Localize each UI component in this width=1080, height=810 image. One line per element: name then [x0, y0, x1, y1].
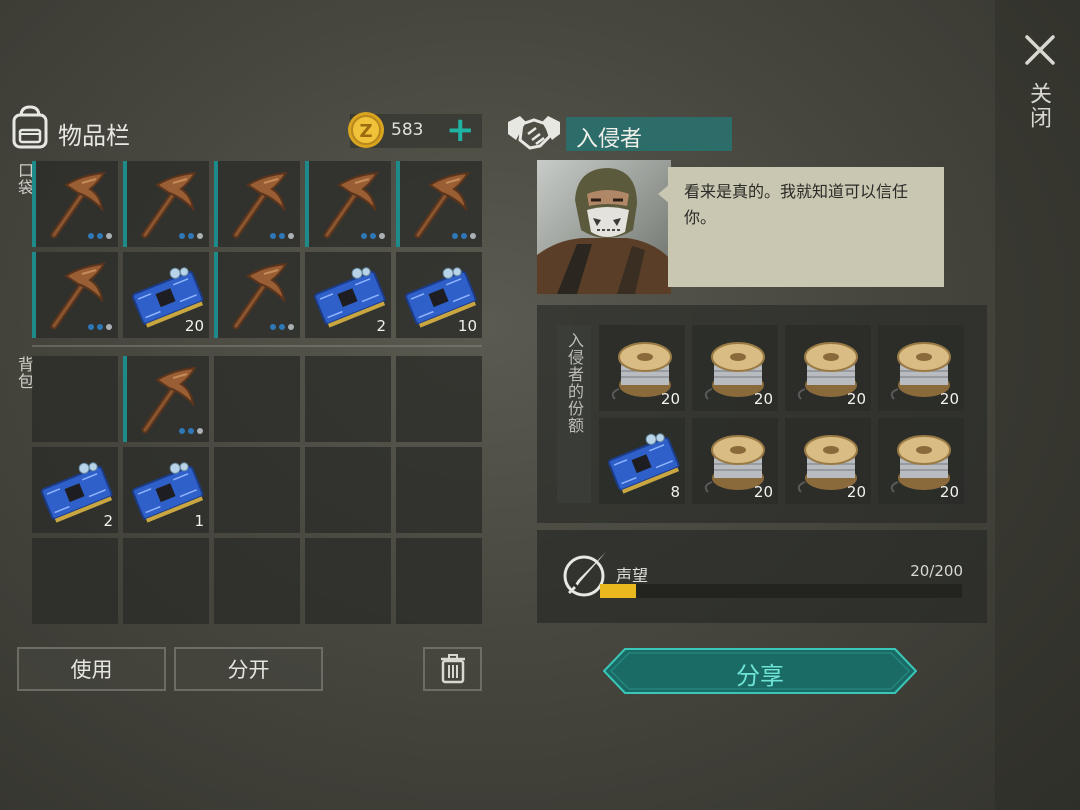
durability-dots	[179, 233, 203, 239]
offer-slot[interactable]: 20	[692, 418, 778, 504]
offer-slot[interactable]: 8	[599, 418, 685, 504]
durability-dots	[270, 324, 294, 330]
pocket-slot[interactable]: 10	[396, 252, 482, 338]
pocket-slot[interactable]	[214, 252, 300, 338]
backpack-slot[interactable]	[214, 356, 300, 442]
item-count: 20	[660, 390, 680, 408]
item-count: 1	[194, 512, 204, 530]
backpack-slot[interactable]	[32, 356, 118, 442]
offer-slot[interactable]: 20	[599, 325, 685, 411]
pocket-slot[interactable]	[123, 161, 209, 247]
coin-icon: Z	[346, 110, 386, 154]
durability-dots	[361, 233, 385, 239]
svg-text:Z: Z	[359, 121, 372, 142]
backpack-slot[interactable]	[305, 447, 391, 533]
item-count: 2	[103, 512, 113, 530]
share-button-label[interactable]: 分享	[603, 656, 917, 691]
item-count: 2	[376, 317, 386, 335]
backpack-slot[interactable]: 1	[123, 447, 209, 533]
reputation-track	[600, 584, 962, 598]
backpack-slot[interactable]: 2	[32, 447, 118, 533]
slot-highlight-bar	[396, 161, 400, 247]
backpack-slot[interactable]	[396, 447, 482, 533]
slot-highlight-bar	[214, 161, 218, 247]
close-button[interactable]	[1018, 28, 1062, 72]
close-icon	[1025, 35, 1055, 65]
durability-dots	[452, 233, 476, 239]
backpack-slot[interactable]	[396, 538, 482, 624]
trash-button[interactable]	[423, 647, 482, 691]
backpack-slot[interactable]	[214, 538, 300, 624]
backpack-slot[interactable]	[305, 538, 391, 624]
trader-portrait	[537, 160, 671, 294]
item-count: 20	[939, 483, 959, 501]
trash-icon	[440, 654, 465, 684]
durability-dots	[270, 233, 294, 239]
split-button-label: 分开	[227, 658, 270, 682]
item-count: 20	[846, 483, 866, 501]
offer-slot[interactable]: 20	[785, 418, 871, 504]
use-button[interactable]: 使用	[17, 647, 166, 691]
slot-highlight-bar	[214, 252, 218, 338]
durability-dots	[88, 233, 112, 239]
backpack-slot[interactable]	[123, 356, 209, 442]
slot-highlight-bar	[305, 161, 309, 247]
trader-dialogue: 看来是真的。我就知道可以信任你。	[668, 167, 944, 287]
offer-slot[interactable]: 20	[785, 325, 871, 411]
item-count: 10	[457, 317, 477, 335]
item-count: 20	[846, 390, 866, 408]
coin-value: 583	[391, 120, 424, 140]
item-count: 20	[939, 390, 959, 408]
backpack-slot[interactable]	[214, 447, 300, 533]
add-coins-button[interactable]: +	[446, 110, 475, 150]
slot-highlight-bar	[32, 252, 36, 338]
offer-slot[interactable]: 20	[878, 325, 964, 411]
slot-highlight-bar	[123, 356, 127, 442]
pocket-slot[interactable]	[32, 252, 118, 338]
slot-highlight-bar	[32, 161, 36, 247]
pocket-slot[interactable]	[305, 161, 391, 247]
pocket-slot[interactable]: 20	[123, 252, 209, 338]
backpack-slot[interactable]	[32, 538, 118, 624]
trader-name: 入侵者	[576, 127, 643, 152]
pocket-slot[interactable]: 2	[305, 252, 391, 338]
item-count: 20	[753, 390, 773, 408]
backpack-slot[interactable]	[123, 538, 209, 624]
section-divider	[32, 345, 482, 347]
pocket-slot[interactable]	[214, 161, 300, 247]
offer-slot[interactable]: 20	[878, 418, 964, 504]
close-label[interactable]: 关闭	[1026, 82, 1054, 130]
item-count: 20	[184, 317, 204, 335]
offer-slot[interactable]: 20	[692, 325, 778, 411]
durability-dots	[88, 324, 112, 330]
pocket-slot[interactable]	[32, 161, 118, 247]
split-button[interactable]: 分开	[174, 647, 323, 691]
offer-label: 入侵者的份额	[565, 332, 584, 434]
durability-dots	[179, 428, 203, 434]
backpack-slot[interactable]	[396, 356, 482, 442]
item-count: 20	[753, 483, 773, 501]
pocket-slot[interactable]	[396, 161, 482, 247]
reputation-label: 声望	[616, 566, 649, 585]
slot-highlight-bar	[123, 161, 127, 247]
reputation-fill	[600, 584, 636, 598]
reputation-value: 20/200	[910, 562, 963, 580]
backpack-icon	[8, 104, 52, 154]
backpack-slot[interactable]	[305, 356, 391, 442]
handshake-icon	[506, 110, 562, 158]
item-count: 8	[670, 483, 680, 501]
inventory-title: 物品栏	[58, 122, 130, 150]
use-button-label: 使用	[70, 658, 113, 682]
